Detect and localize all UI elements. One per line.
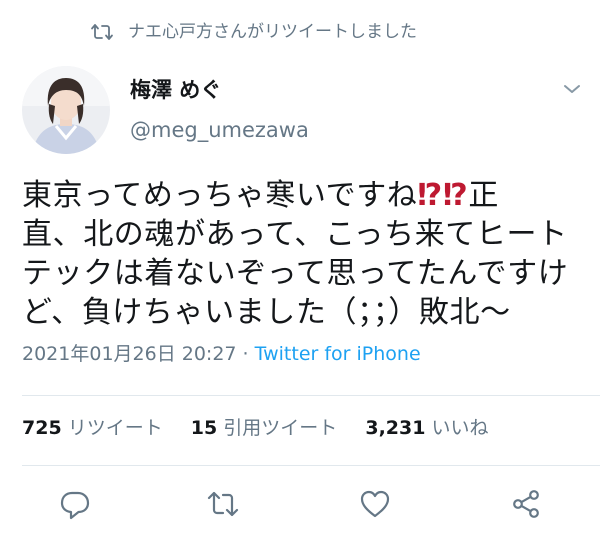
tweet-line-4: ど、負けちゃいました（；；）敗北〜: [22, 295, 511, 330]
retweets-count[interactable]: 725: [22, 417, 62, 439]
author-handle[interactable]: @meg_umezawa: [130, 118, 309, 142]
tweet-datetime[interactable]: 2021年01月26日 20:27: [22, 343, 237, 365]
retweet-icon: [207, 491, 239, 517]
tweet-stats: 725 リツイート 15 引用ツイート 3,231 いいね: [22, 416, 511, 440]
quotes-label[interactable]: 引用ツイート: [223, 417, 337, 439]
tweet-meta: 2021年01月26日 20:27 · Twitter for iPhone: [22, 342, 421, 366]
tweet-text: 東京ってめっちゃ寒いですね⁉⁉正 直、北の魂があって、こっち来てヒート テックは…: [22, 176, 588, 332]
retweet-button[interactable]: [206, 487, 240, 521]
retweets-label[interactable]: リツイート: [68, 417, 163, 439]
divider: [22, 395, 600, 396]
exclamation-question-emoji: ⁉⁉: [417, 178, 469, 213]
retweet-header-text[interactable]: ナエ心戸方さんがリツイートしました: [128, 22, 417, 42]
avatar[interactable]: [22, 66, 110, 154]
chevron-down-icon[interactable]: [561, 80, 583, 98]
quotes-count[interactable]: 15: [191, 417, 217, 439]
share-button[interactable]: [509, 487, 543, 521]
like-icon: [360, 490, 390, 518]
likes-label[interactable]: いいね: [432, 417, 489, 439]
retweet-icon: [91, 24, 113, 40]
likes-count[interactable]: 3,231: [365, 417, 425, 439]
meta-separator: ·: [236, 343, 255, 365]
tweet-source[interactable]: Twitter for iPhone: [255, 343, 421, 365]
divider: [22, 465, 600, 466]
author-name[interactable]: 梅澤 めぐ: [130, 78, 221, 102]
tweet-line-2: 直、北の魂があって、こっち来てヒート: [22, 217, 568, 252]
like-button[interactable]: [358, 487, 392, 521]
share-icon: [513, 490, 539, 518]
tweet-line-1-end: 正: [468, 178, 499, 213]
reply-icon: [60, 491, 90, 520]
reply-button[interactable]: [58, 487, 92, 521]
tweet-line-1: 東京ってめっちゃ寒いですね⁉⁉正: [22, 176, 588, 215]
tweet-line-3: テックは着ないぞって思ってたんですけ: [22, 256, 569, 291]
tweet-line-1-text: 東京ってめっちゃ寒いですね: [22, 178, 418, 213]
